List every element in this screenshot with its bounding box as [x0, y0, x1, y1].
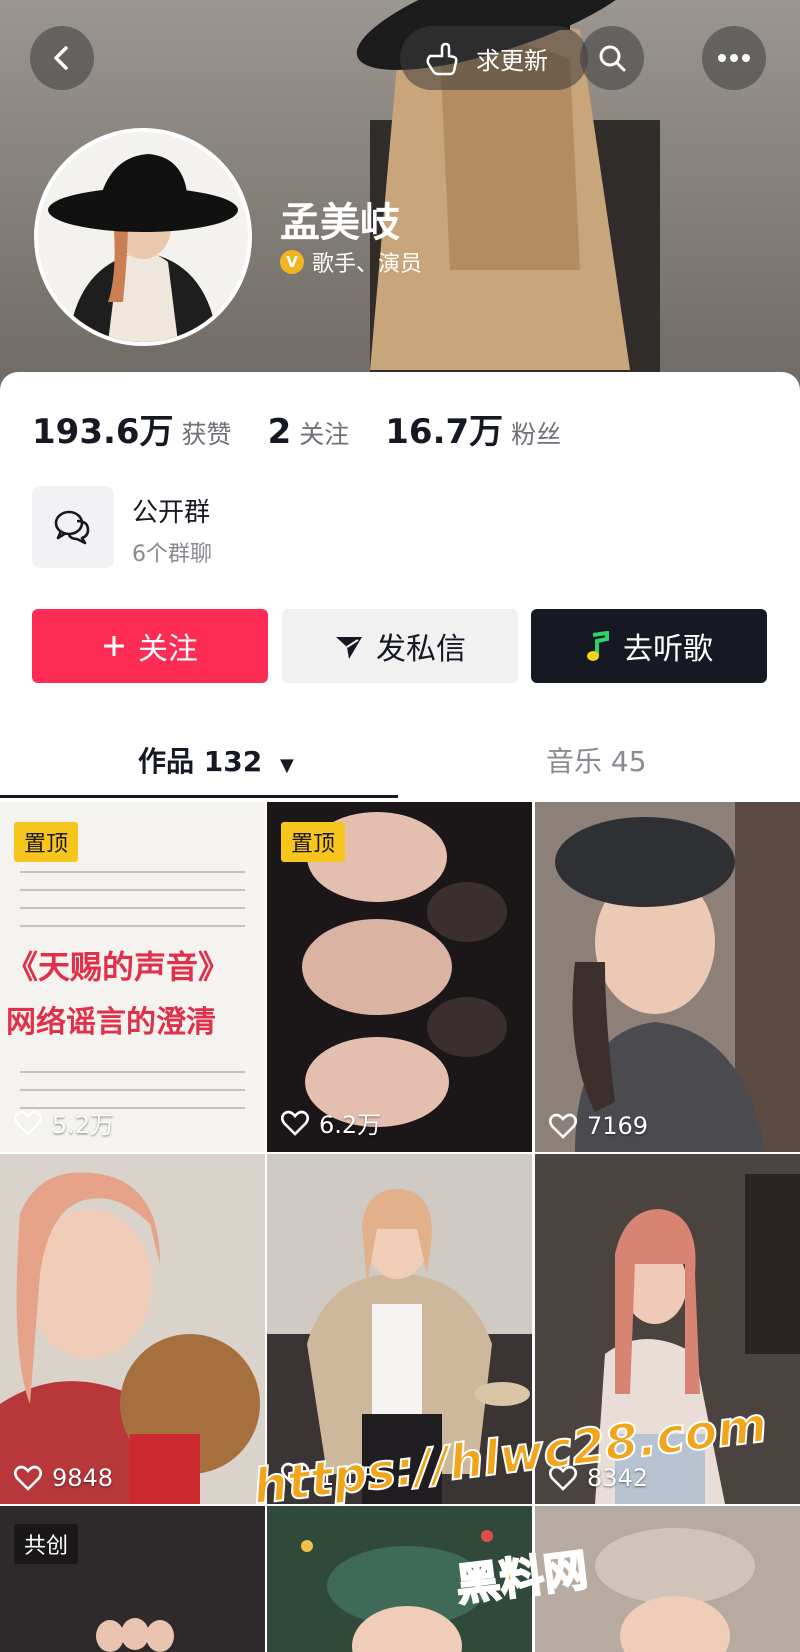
like-count: 7169 — [549, 1112, 648, 1140]
verified-badge-icon: V — [280, 250, 304, 274]
pinned-badge: 置顶 — [281, 822, 346, 862]
like-count: 6.2万 — [281, 1105, 381, 1140]
stats-row: 193.6万 获赞 2 关注 16.7万 粉丝 — [32, 404, 597, 453]
like-count-value: 6.2万 — [319, 1111, 382, 1139]
caret-down-icon: ▼ — [279, 755, 294, 776]
followers-count[interactable]: 16.7万 — [385, 404, 503, 453]
video-thumbnail[interactable]: 置顶 6.2万 — [267, 802, 532, 1152]
verified-text: 歌手、演员 — [312, 252, 423, 277]
chat-bubble-icon — [54, 510, 90, 545]
group-title[interactable]: 公开群 — [132, 492, 210, 529]
listen-music-button[interactable]: 去听歌 — [531, 609, 767, 683]
music-note-icon — [585, 631, 611, 661]
video-thumbnail[interactable]: 9848 — [0, 1154, 265, 1504]
following-label[interactable]: 关注 — [299, 415, 349, 451]
avatar[interactable] — [34, 128, 252, 346]
verified-info: V 歌手、演员 — [280, 246, 422, 278]
video-thumbnail[interactable]: 共创 — [0, 1506, 265, 1652]
more-button[interactable] — [702, 26, 766, 90]
likes-label: 获赞 — [181, 420, 232, 449]
profile-name: 孟美岐 — [280, 200, 400, 246]
like-count-value: 9848 — [52, 1464, 114, 1492]
co-creation-badge: 共创 — [14, 1524, 79, 1564]
thumbnail-headline-2: 网络谣言的澄清 — [6, 1005, 216, 1040]
send-arrow-icon — [334, 631, 364, 661]
search-button[interactable] — [580, 26, 644, 90]
group-subtitle: 6个群聊 — [132, 542, 212, 567]
heart-icon — [14, 1110, 42, 1136]
tab-works-label: 作品 132 — [138, 745, 263, 778]
pointing-hand-icon — [426, 42, 458, 76]
like-count-value: 7169 — [587, 1112, 649, 1140]
chevron-left-icon — [54, 46, 68, 70]
thumbnail-image — [535, 802, 800, 1152]
heart-icon — [14, 1465, 42, 1491]
plus-icon — [102, 634, 126, 658]
heart-icon — [281, 1110, 309, 1136]
like-count: 9848 — [14, 1464, 113, 1492]
follow-label: 关注 — [138, 632, 198, 667]
thumbnail-image — [0, 1154, 265, 1504]
listen-music-label: 去听歌 — [623, 632, 713, 667]
following-count[interactable]: 2 — [268, 412, 292, 452]
message-label: 发私信 — [376, 632, 466, 667]
back-button[interactable] — [30, 26, 94, 90]
pinned-badge: 置顶 — [14, 822, 79, 862]
tab-music[interactable]: 音乐 45 — [546, 740, 647, 780]
more-dots-icon — [718, 54, 750, 62]
thumbnail-headline-1: 《天赐的声音》 — [6, 948, 231, 986]
heart-icon — [549, 1113, 577, 1139]
group-chat-button[interactable] — [32, 486, 114, 568]
request-update-label: 求更新 — [476, 46, 548, 75]
tab-works[interactable]: 作品 132 ▼ — [138, 740, 294, 780]
followers-label[interactable]: 粉丝 — [511, 415, 561, 451]
like-count: 5.2万 — [14, 1105, 114, 1140]
video-thumbnail[interactable]: 7169 — [535, 802, 800, 1152]
search-icon — [599, 45, 626, 72]
video-thumbnail[interactable]: 《天赐的声音》 网络谣言的澄清 置顶 5.2万 — [0, 802, 265, 1152]
follow-button[interactable]: 关注 — [32, 609, 268, 683]
message-button[interactable]: 发私信 — [282, 609, 518, 683]
request-update-button[interactable]: 求更新 — [400, 26, 588, 90]
like-count-value: 5.2万 — [52, 1111, 115, 1139]
tab-indicator — [0, 795, 398, 798]
avatar-image — [38, 132, 248, 342]
likes-count: 193.6万 — [32, 412, 174, 452]
